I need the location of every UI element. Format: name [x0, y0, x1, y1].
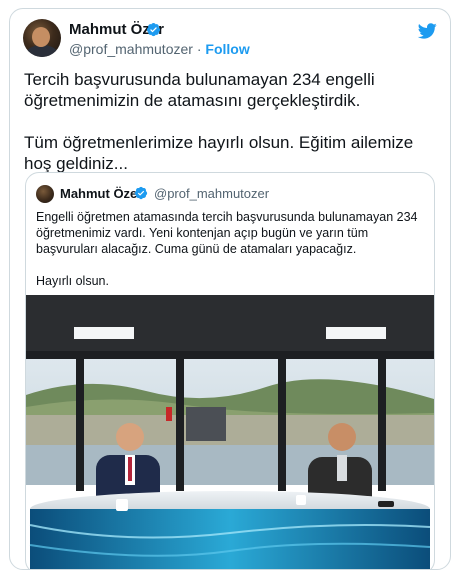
separator: ·: [192, 41, 206, 57]
verified-badge-icon: [146, 22, 161, 37]
author-handle[interactable]: @prof_mahmutozer: [69, 41, 193, 57]
twitter-bird-icon[interactable]: [416, 21, 438, 41]
tweet-paragraph-1: Tercih başvurusunda bulunamayan 234 enge…: [24, 70, 375, 110]
quoted-paragraph-1: Engelli öğretmen atamasında tercih başvu…: [36, 210, 418, 256]
tweet-paragraph-2: Tüm öğretmenlerimize hayırlı olsun. Eğit…: [24, 133, 414, 173]
author-avatar[interactable]: [23, 19, 61, 57]
follow-button[interactable]: Follow: [205, 41, 249, 57]
handle-row: @prof_mahmutozer · Follow: [69, 41, 250, 57]
quoted-tweet[interactable]: Mahmut Özer @prof_mahmutozer Engelli öğr…: [25, 172, 435, 570]
quoted-tweet-text: Engelli öğretmen atamasında tercih başvu…: [36, 209, 428, 305]
quoted-paragraph-2: Hayırlı olsun.: [36, 274, 109, 288]
quoted-author-handle: @prof_mahmutozer: [154, 186, 270, 201]
verified-badge-icon: [134, 186, 148, 200]
quoted-author-avatar: [36, 185, 54, 203]
tv-studio-photo[interactable]: [26, 295, 434, 570]
quoted-author-name: Mahmut Özer: [60, 186, 143, 201]
tweet-card: Mahmut Özer @prof_mahmutozer · Follow Te…: [9, 8, 451, 570]
